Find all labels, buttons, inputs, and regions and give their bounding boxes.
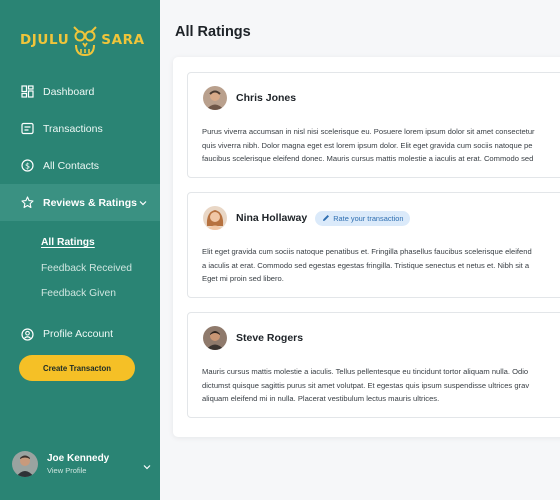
sidebar-item-reviews[interactable]: Reviews & Ratings	[0, 184, 160, 221]
transactions-icon	[20, 122, 34, 136]
brand-logo[interactable]: DJULU SARA	[20, 22, 144, 58]
review-text: Purus viverra accumsan in nisl nisi scel…	[202, 125, 560, 166]
sidebar-item-profile[interactable]: Profile Account	[0, 316, 160, 353]
submenu-item-all-ratings[interactable]: All Ratings	[0, 230, 160, 256]
review-header: Steve Rogers	[203, 326, 303, 350]
submenu-item-feedback-received[interactable]: Feedback Received	[0, 256, 160, 282]
create-transaction-button[interactable]: Create Transacton	[19, 355, 135, 381]
review-header: Chris Jones	[203, 86, 296, 110]
svg-text:$: $	[24, 161, 29, 170]
sidebar-item-label: Profile Account	[43, 328, 114, 340]
review-text-line: quis viverra nibh. Dolor magna eget est …	[202, 140, 533, 150]
review-text-line: aliquam eleifend mi in nulla. Placerat v…	[202, 394, 440, 403]
sidebar-item-label: Dashboard	[43, 85, 95, 98]
view-profile-link[interactable]: View Profile	[47, 466, 109, 475]
review-card: Chris Jones Purus viverra accumsan in ni…	[187, 72, 560, 178]
sidebar-item-label: Reviews & Ratings	[43, 196, 137, 209]
reviewer-name: Nina Hollaway	[236, 212, 308, 224]
sidebar-item-label: All Contacts	[43, 159, 100, 172]
submenu-item-feedback-given[interactable]: Feedback Given	[0, 281, 160, 307]
owl-logo-icon	[72, 23, 98, 57]
pencil-icon	[323, 215, 330, 221]
sidebar-nav: Dashboard Transactions $ All Contacts Re…	[0, 73, 160, 353]
sidebar-item-label: Transactions	[43, 122, 103, 135]
sidebar-item-dashboard[interactable]: Dashboard	[0, 73, 160, 110]
chevron-down-icon[interactable]	[138, 198, 148, 208]
user-circle-icon	[20, 327, 34, 341]
sidebar: DJULU SARA Dashboard Transactions $ All …	[0, 0, 160, 500]
review-card: Steve Rogers Mauris cursus mattis molest…	[187, 312, 560, 418]
avatar	[203, 326, 227, 350]
review-text: Mauris cursus mattis molestie a iaculis.…	[202, 365, 560, 406]
brand-name-left: DJULU	[20, 32, 70, 48]
sidebar-item-transactions[interactable]: Transactions	[0, 110, 160, 147]
user-info: Joe Kennedy View Profile	[47, 453, 109, 475]
star-icon	[20, 196, 34, 210]
reviewer-name: Steve Rogers	[236, 332, 304, 344]
reviewer-name: Chris Jones	[236, 92, 297, 104]
chevron-down-icon[interactable]	[142, 459, 152, 470]
sidebar-item-contacts[interactable]: $ All Contacts	[0, 147, 160, 184]
badge-label: Rate your transaction	[333, 213, 404, 223]
avatar	[203, 86, 227, 110]
review-text-line: Elit eget gravida cum sociis natoque pen…	[202, 247, 532, 256]
rate-transaction-badge[interactable]: Rate your transaction	[315, 210, 411, 226]
avatar	[203, 206, 227, 230]
user-name: Joe Kennedy	[47, 453, 110, 464]
review-header: Nina Hollaway Rate your transaction	[203, 206, 411, 230]
dollar-circle-icon: $	[20, 159, 34, 173]
review-text-line: Purus viverra accumsan in nisl nisi scel…	[202, 127, 535, 136]
dashboard-icon	[20, 85, 34, 99]
review-card: Nina Hollaway Rate your transaction Elit…	[187, 192, 560, 298]
review-text-line: a iaculis at erat. Commodo sed egestas e…	[202, 260, 530, 270]
review-text: Elit eget gravida cum sociis natoque pen…	[202, 245, 560, 286]
page-title: All Ratings	[175, 24, 251, 40]
review-text-line: faucibus scelerisque eleifend donec. Mau…	[202, 154, 534, 163]
brand-name-right: SARA	[101, 32, 145, 48]
user-menu[interactable]: Joe Kennedy View Profile	[12, 450, 152, 478]
avatar	[12, 451, 38, 477]
reviews-submenu: All Ratings Feedback Received Feedback G…	[0, 221, 160, 307]
review-text-line: Eget mi proin sed libero.	[202, 274, 284, 283]
review-text-line: Mauris cursus mattis molestie a iaculis.…	[202, 367, 529, 376]
review-text-line: dictumst quisque sagittis purus sit amet…	[202, 380, 530, 390]
